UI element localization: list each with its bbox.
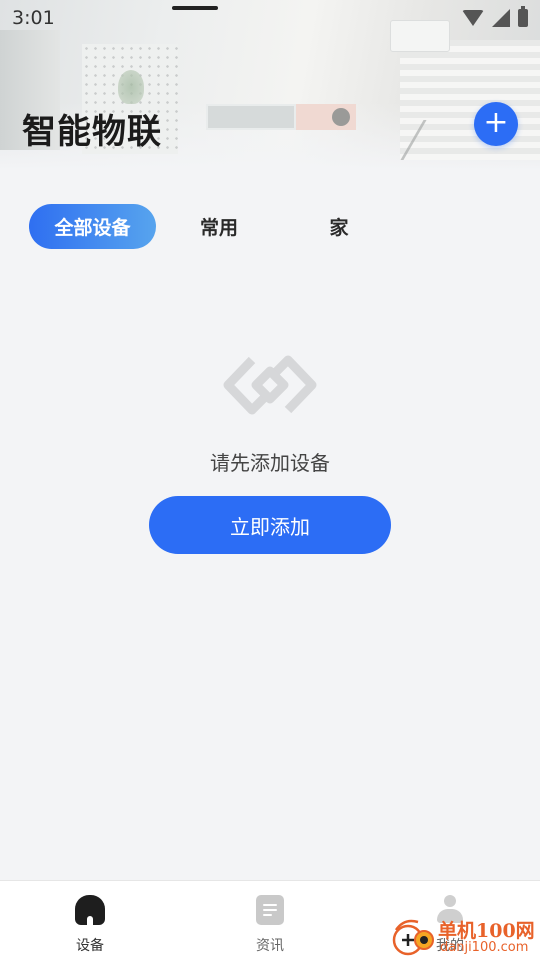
- device-tabs: 全部设备 常用 家: [29, 204, 359, 249]
- device-link-icon: [223, 355, 317, 415]
- news-icon: [255, 895, 285, 925]
- wifi-icon: [462, 10, 484, 26]
- add-device-button[interactable]: +: [474, 102, 518, 146]
- plus-icon: +: [483, 105, 509, 140]
- empty-message: 请先添加设备: [210, 451, 330, 475]
- status-bar: 3:01: [0, 0, 540, 36]
- watermark: 单机100网 danji100.com: [390, 912, 540, 960]
- signal-icon: [492, 9, 510, 27]
- watermark-text-en: danji100.com: [440, 940, 529, 955]
- shelf-decor: [206, 104, 296, 130]
- nav-item-news[interactable]: 资讯: [180, 881, 360, 960]
- status-icons: [462, 6, 528, 27]
- page-title: 智能物联: [22, 112, 162, 152]
- home-icon: [75, 895, 105, 925]
- add-now-button[interactable]: 立即添加: [149, 496, 391, 554]
- status-time: 3:01: [12, 7, 55, 29]
- battery-icon: [518, 6, 528, 27]
- watermark-logo-icon: [392, 919, 434, 956]
- nav-label-news: 资讯: [256, 938, 284, 954]
- tab-home[interactable]: 家: [319, 204, 359, 249]
- nav-item-devices[interactable]: 设备: [0, 881, 180, 960]
- nav-label-devices: 设备: [76, 938, 104, 954]
- shelf-pink-decor: [296, 104, 356, 130]
- tab-favorites[interactable]: 常用: [183, 204, 255, 249]
- watermark-text-cn: 单机100网: [438, 920, 535, 942]
- plant-decor: [118, 70, 144, 104]
- tab-all-devices[interactable]: 全部设备: [29, 204, 156, 249]
